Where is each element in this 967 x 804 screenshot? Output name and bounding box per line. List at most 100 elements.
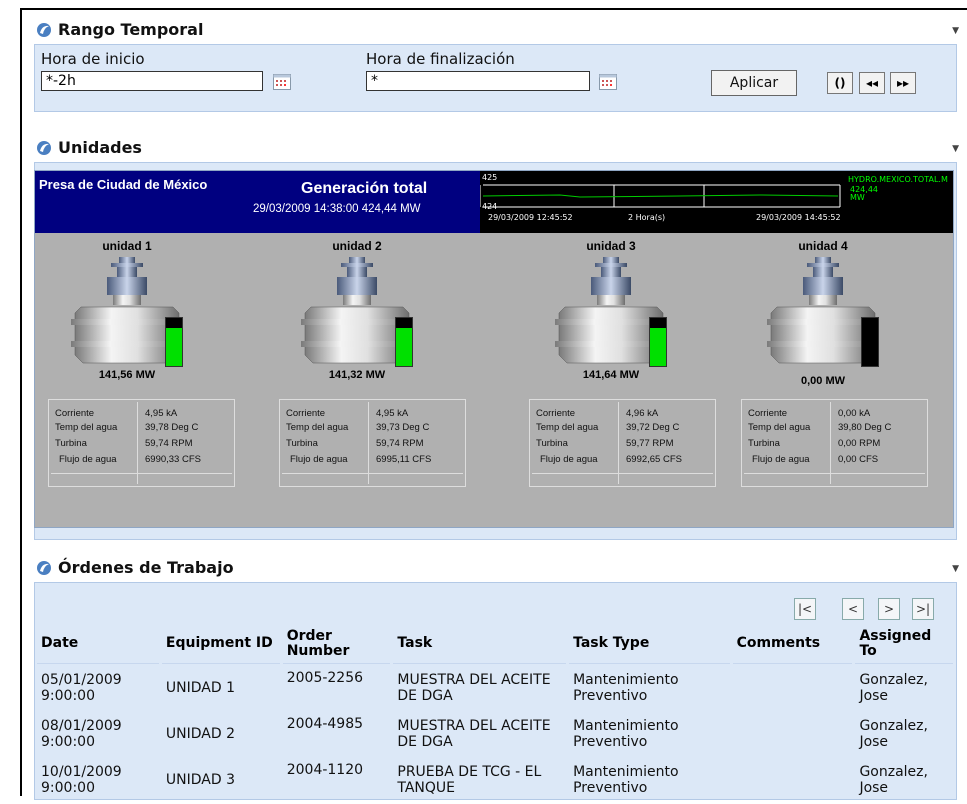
start-time-input[interactable] <box>41 71 263 91</box>
water-temp-value: 39,80 Deg C <box>838 422 892 433</box>
column-header-task-type[interactable]: Task Type <box>569 624 730 664</box>
trend-chart[interactable]: 425 424 29/03/2009 12:45:52 2 Hora(s) 29… <box>480 171 953 233</box>
cell-assigned-to: Gonzalez, Jose <box>859 764 928 796</box>
work-orders-title: Órdenes de Trabajo <box>58 558 234 577</box>
column-header-order-number[interactable]: Order Number <box>282 624 391 664</box>
unit-level-bar <box>861 317 879 367</box>
unit-info-box: Corriente 4,95 kA Temp del agua 39,78 De… <box>48 399 235 487</box>
table-row[interactable]: 08/01/2009 9:00:00 UNIDAD 2 2004-4985 MU… <box>37 712 953 756</box>
cell-order-number: 2004-4985 <box>286 716 364 732</box>
column-header-comments[interactable]: Comments <box>732 624 853 664</box>
water-temp-label: Temp del agua <box>55 422 118 433</box>
units-title: Unidades <box>58 138 142 157</box>
start-time-label: Hora de inicio <box>41 50 145 68</box>
next-page-button[interactable]: > <box>878 598 900 620</box>
unit-output: 0,00 MW <box>800 375 845 387</box>
water-temp-label: Temp del agua <box>286 422 349 433</box>
forward-button[interactable]: ▸▸ <box>890 72 916 94</box>
column-header-equipment-id[interactable]: Equipment ID <box>161 624 280 664</box>
end-time-input[interactable] <box>366 71 590 91</box>
turbine-label: Turbina <box>748 438 780 449</box>
back-button[interactable]: ◂◂ <box>859 72 885 94</box>
unit-level-bar <box>165 317 183 367</box>
cell-order-number: 2004-1120 <box>286 762 364 778</box>
work-orders-table: Date Equipment ID Order Number Task Task… <box>34 622 956 804</box>
column-header-date[interactable]: Date <box>37 624 159 664</box>
trend-start-time: 29/03/2009 12:45:52 <box>488 213 573 222</box>
cell-comments <box>733 758 853 802</box>
total-generation-title: Generación total <box>301 180 428 197</box>
unit-name: unidad 1 <box>102 239 152 253</box>
trend-duration: 2 Hora(s) <box>628 213 666 222</box>
table-row[interactable]: 10/01/2009 9:00:00 UNIDAD 3 2004-1120 PR… <box>37 758 953 802</box>
apply-button[interactable]: Aplicar <box>711 70 797 96</box>
water-temp-label: Temp del agua <box>748 422 811 433</box>
units-header[interactable]: Unidades <box>36 138 142 157</box>
turbine-value: 59,74 RPM <box>145 438 193 449</box>
unit-output: 141,56 MW <box>98 369 156 381</box>
plant-header: Presa de Ciudad de México Generación tot… <box>35 171 480 233</box>
cell-equipment-id: UNIDAD 3 <box>165 772 235 788</box>
trend-y-top: 425 <box>482 173 498 182</box>
calendar-icon[interactable] <box>599 74 617 90</box>
current-value: 4,95 kA <box>145 408 178 419</box>
water-flow-label: Flujo de agua <box>290 454 348 465</box>
current-value: 0,00 kA <box>838 408 871 419</box>
refresh-button[interactable]: () <box>827 72 853 94</box>
column-header-assigned-to[interactable]: Assigned To <box>855 624 953 664</box>
water-temp-value: 39,73 Deg C <box>376 422 430 433</box>
column-header-task[interactable]: Task <box>393 624 567 664</box>
collapse-arrow-icon[interactable]: ▼ <box>952 564 959 574</box>
water-temp-value: 39,78 Deg C <box>145 422 199 433</box>
cell-task-type: Mantenimiento Preventivo <box>573 764 679 796</box>
unit-level-bar <box>395 317 413 367</box>
cell-equipment-id: UNIDAD 2 <box>165 726 235 742</box>
units-display: Presa de Ciudad de México Generación tot… <box>34 170 954 528</box>
cell-task: MUESTRA DEL ACEITE DE DGA <box>397 718 551 750</box>
time-range-header[interactable]: Rango Temporal <box>36 20 203 39</box>
unit-info-box: Corriente 4,95 kA Temp del agua 39,73 De… <box>279 399 466 487</box>
cell-assigned-to: Gonzalez, Jose <box>859 672 928 704</box>
current-label: Corriente <box>536 408 576 419</box>
cell-task-type: Mantenimiento Preventivo <box>573 672 679 704</box>
end-time-label: Hora de finalización <box>366 50 515 68</box>
last-page-button[interactable]: >| <box>912 598 934 620</box>
current-label: Corriente <box>748 408 788 419</box>
unit-output: 141,32 MW <box>328 369 386 381</box>
first-page-button[interactable]: |< <box>794 598 816 620</box>
turbine-label: Turbina <box>286 438 318 449</box>
cell-date: 10/01/2009 9:00:00 <box>41 764 122 796</box>
pi-section-icon <box>36 22 52 38</box>
work-orders-header[interactable]: Órdenes de Trabajo <box>36 558 234 577</box>
current-label: Corriente <box>55 408 95 419</box>
unit-info-box: Corriente 0,00 kA Temp del agua 39,80 De… <box>741 399 928 487</box>
unit-name: unidad 4 <box>798 239 848 253</box>
water-flow-value: 6992,65 CFS <box>626 454 682 465</box>
unit-output: 141,64 MW <box>582 369 640 381</box>
unit-info-box: Corriente 4,96 kA Temp del agua 39,72 De… <box>529 399 716 487</box>
pi-section-icon <box>36 140 52 156</box>
trend-y-bottom: 424 <box>482 202 498 211</box>
trend-tag-unit: MW <box>850 193 865 202</box>
unit-name: unidad 2 <box>332 239 382 253</box>
cell-date: 05/01/2009 9:00:00 <box>41 672 122 704</box>
cell-comments <box>733 712 853 756</box>
prev-page-button[interactable]: < <box>842 598 864 620</box>
collapse-arrow-icon[interactable]: ▼ <box>952 26 959 36</box>
water-flow-value: 6990,33 CFS <box>145 454 201 465</box>
current-label: Corriente <box>286 408 326 419</box>
trend-tag: HYDRO.MEXICO.TOTAL.M <box>848 175 948 184</box>
time-range-title: Rango Temporal <box>58 20 204 39</box>
cell-equipment-id: UNIDAD 1 <box>165 680 235 696</box>
water-flow-label: Flujo de agua <box>752 454 810 465</box>
water-temp-value: 39,72 Deg C <box>626 422 680 433</box>
table-row[interactable]: 05/01/2009 9:00:00 UNIDAD 1 2005-2256 MU… <box>37 666 953 710</box>
trend-end-time: 29/03/2009 14:45:52 <box>756 213 841 222</box>
turbine-value: 59,77 RPM <box>626 438 674 449</box>
plant-name: Presa de Ciudad de México <box>39 177 208 192</box>
current-value: 4,96 kA <box>626 408 659 419</box>
calendar-icon[interactable] <box>273 74 291 90</box>
cell-assigned-to: Gonzalez, Jose <box>859 718 928 750</box>
total-generation-value: 29/03/2009 14:38:00 424,44 MW <box>253 203 421 215</box>
collapse-arrow-icon[interactable]: ▼ <box>952 144 959 154</box>
